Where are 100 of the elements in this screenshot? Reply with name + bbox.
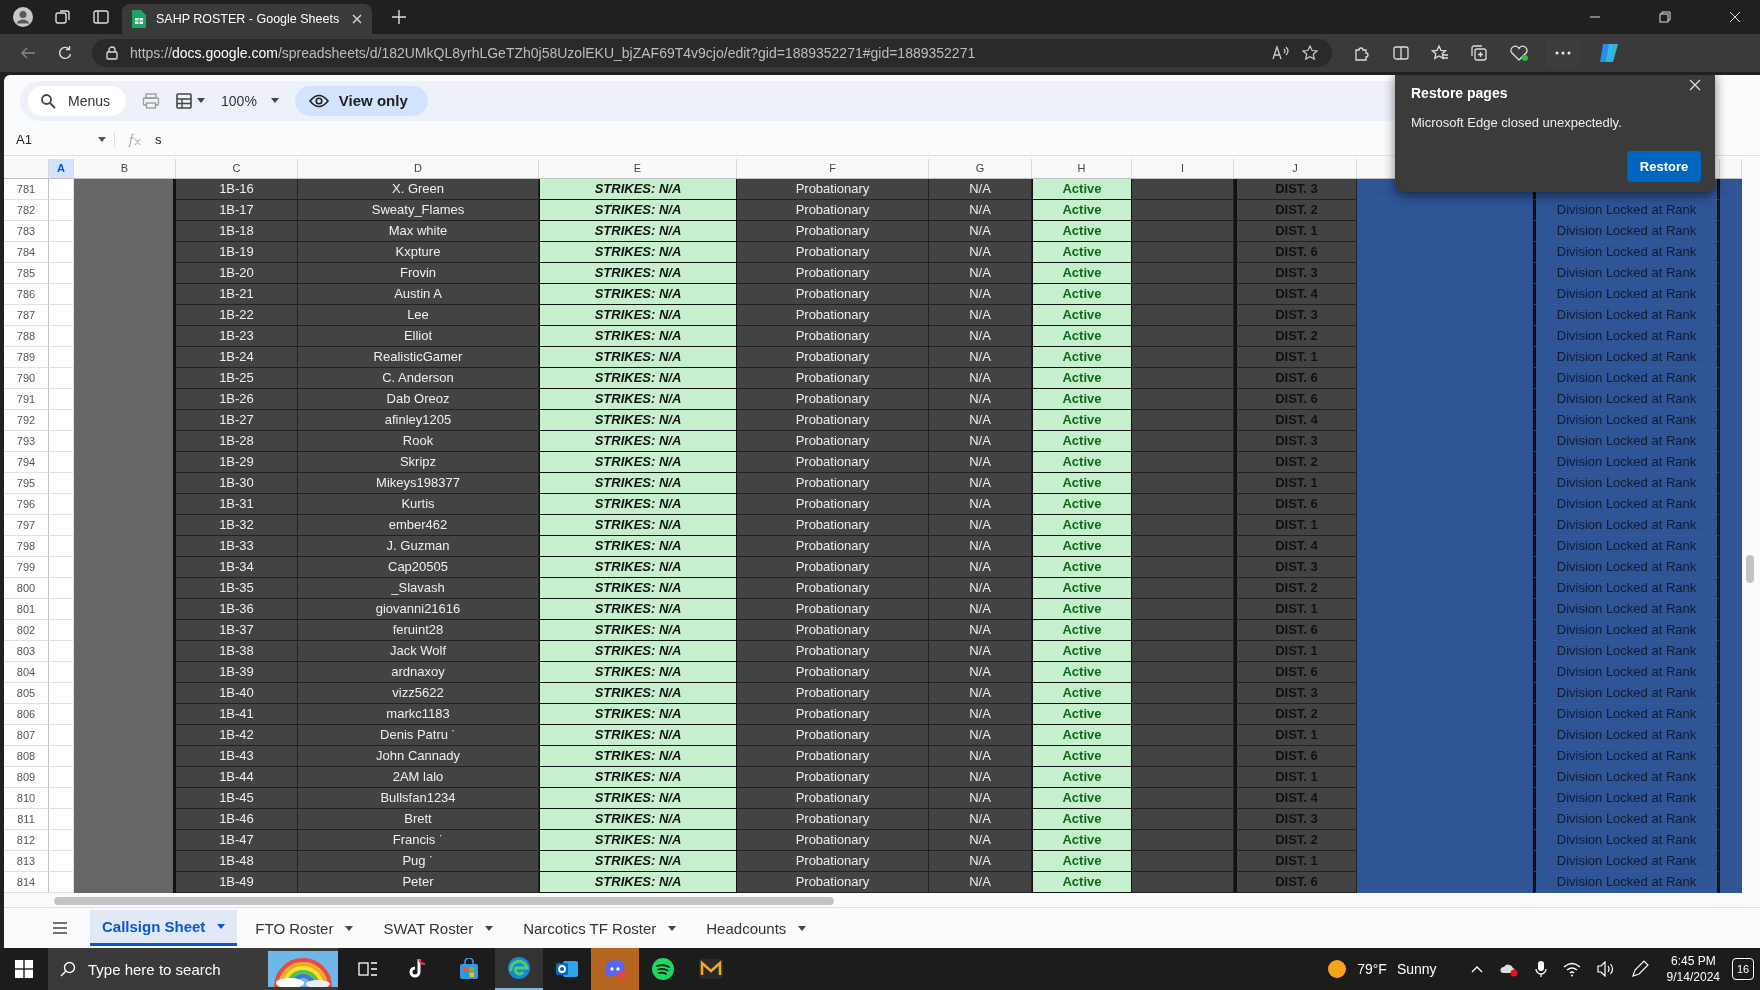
split-screen-icon[interactable] bbox=[1392, 44, 1410, 62]
row-number[interactable]: 801 bbox=[4, 598, 49, 620]
column-header[interactable]: D bbox=[298, 158, 539, 179]
column-header[interactable]: H bbox=[1032, 158, 1132, 179]
table-view-button[interactable] bbox=[176, 92, 206, 109]
store-icon[interactable] bbox=[458, 958, 480, 980]
clock[interactable]: 6:45 PM 9/14/2024 bbox=[1666, 953, 1720, 985]
row-number[interactable]: 804 bbox=[4, 661, 49, 683]
row-number[interactable]: 793 bbox=[4, 430, 49, 452]
row-number[interactable]: 811 bbox=[4, 808, 49, 830]
print-icon[interactable] bbox=[142, 91, 161, 110]
rank-cell: Probationary bbox=[737, 220, 929, 242]
tab-actions-icon[interactable] bbox=[92, 8, 110, 26]
menus-search-button[interactable]: Menus bbox=[28, 85, 127, 116]
back-icon[interactable] bbox=[20, 45, 36, 61]
column-header[interactable]: C bbox=[176, 158, 298, 179]
row-number[interactable]: 781 bbox=[4, 178, 49, 200]
row-number[interactable]: 796 bbox=[4, 493, 49, 515]
formula-field[interactable]: s bbox=[155, 132, 162, 148]
restore-icon[interactable] bbox=[1659, 11, 1671, 23]
profile-icon[interactable] bbox=[12, 6, 34, 28]
rank-cell: Probationary bbox=[737, 514, 929, 536]
row-number[interactable]: 807 bbox=[4, 724, 49, 746]
extensions-icon[interactable] bbox=[1353, 44, 1371, 62]
row-number[interactable]: 802 bbox=[4, 619, 49, 641]
sheet-tab[interactable]: SWAT Roster bbox=[371, 910, 506, 947]
row-number[interactable]: 797 bbox=[4, 514, 49, 536]
sheet-tab[interactable]: Callsign Sheet bbox=[90, 910, 238, 947]
edge-icon[interactable] bbox=[507, 956, 531, 980]
caret-up-icon[interactable] bbox=[1470, 965, 1483, 973]
browser-tab[interactable]: SAHP ROSTER - Google Sheets bbox=[122, 4, 372, 34]
row-number[interactable]: 790 bbox=[4, 367, 49, 389]
read-aloud-icon[interactable] bbox=[1272, 45, 1290, 61]
sheet-tab[interactable]: FTO Roster bbox=[243, 910, 366, 947]
row-number[interactable]: 786 bbox=[4, 283, 49, 305]
column-header[interactable]: I bbox=[1132, 158, 1234, 179]
row-number[interactable]: 812 bbox=[4, 829, 49, 851]
division-cell: Division Locked at Rank bbox=[1533, 640, 1720, 662]
new-tab-icon[interactable] bbox=[392, 10, 406, 24]
row-number[interactable]: 784 bbox=[4, 241, 49, 263]
row-number[interactable]: 789 bbox=[4, 346, 49, 368]
sheet-tab[interactable]: Narcotics TF Roster bbox=[511, 910, 689, 947]
view-only-button[interactable]: View only bbox=[294, 85, 428, 116]
restore-button[interactable]: Restore bbox=[1627, 151, 1701, 182]
division-cell: Division Locked at Rank bbox=[1533, 367, 1720, 389]
app-icon[interactable] bbox=[699, 959, 723, 979]
address-field[interactable]: https://docs.google.com/spreadsheets/d/182UMkQL8yrhLGeTZh0j58UzolEKU_bjZAF69T4v9cjo/edit?gid=1889352271#gid=1889352271 bbox=[92, 39, 1332, 67]
refresh-icon[interactable] bbox=[57, 45, 73, 61]
row-number[interactable]: 782 bbox=[4, 199, 49, 221]
row-number[interactable]: 788 bbox=[4, 325, 49, 347]
taskbar-search-field[interactable]: Type here to search bbox=[48, 948, 338, 990]
menu-icon[interactable] bbox=[52, 922, 68, 935]
chat-app-icon[interactable] bbox=[603, 958, 627, 980]
row-number[interactable]: 798 bbox=[4, 535, 49, 557]
column-header[interactable]: E bbox=[539, 158, 737, 179]
sheet-tab[interactable]: Headcounts bbox=[694, 910, 819, 947]
notification-count[interactable]: 16 bbox=[1732, 958, 1754, 980]
copilot-icon[interactable] bbox=[1597, 41, 1621, 65]
column-header[interactable]: J bbox=[1234, 158, 1357, 179]
row-number[interactable]: 805 bbox=[4, 682, 49, 704]
name-cell: Jack Wolf bbox=[298, 640, 539, 662]
column-header[interactable]: F bbox=[737, 158, 929, 179]
favorites-icon[interactable] bbox=[1431, 44, 1449, 62]
row-number[interactable]: 799 bbox=[4, 556, 49, 578]
row-number[interactable]: 813 bbox=[4, 850, 49, 872]
name-box[interactable]: A1 bbox=[16, 132, 115, 148]
collections-icon[interactable] bbox=[1470, 44, 1488, 62]
close-icon[interactable] bbox=[1689, 79, 1701, 91]
row-number[interactable]: 792 bbox=[4, 409, 49, 431]
row-number[interactable]: 808 bbox=[4, 745, 49, 767]
column-header[interactable]: G bbox=[929, 158, 1032, 179]
task-view-icon[interactable] bbox=[358, 960, 378, 978]
row-number[interactable]: 785 bbox=[4, 262, 49, 284]
table-icon bbox=[176, 92, 193, 109]
pen-icon[interactable] bbox=[1630, 960, 1649, 978]
row-number[interactable]: 814 bbox=[4, 871, 49, 893]
row-number[interactable]: 809 bbox=[4, 766, 49, 788]
close-icon[interactable] bbox=[352, 14, 362, 24]
row-number[interactable]: 810 bbox=[4, 787, 49, 809]
zoom-dropdown[interactable]: 100% bbox=[221, 92, 279, 109]
column-header[interactable]: B bbox=[74, 158, 176, 179]
microphone-icon[interactable] bbox=[1534, 960, 1547, 978]
row-number[interactable]: 806 bbox=[4, 703, 49, 725]
music-note-icon[interactable] bbox=[408, 958, 428, 980]
wifi-icon[interactable] bbox=[1562, 961, 1581, 977]
speaker-icon[interactable] bbox=[1596, 961, 1615, 977]
row-number[interactable]: 795 bbox=[4, 472, 49, 494]
row-number[interactable]: 794 bbox=[4, 451, 49, 473]
row-number[interactable]: 791 bbox=[4, 388, 49, 410]
row-number[interactable]: 787 bbox=[4, 304, 49, 326]
heart-icon[interactable] bbox=[1509, 44, 1529, 62]
row-number[interactable]: 783 bbox=[4, 220, 49, 242]
close-icon[interactable] bbox=[1729, 11, 1741, 23]
star-icon[interactable] bbox=[1302, 45, 1318, 61]
column-header[interactable]: A bbox=[49, 158, 74, 179]
start-icon[interactable] bbox=[15, 960, 33, 978]
spotify-icon[interactable] bbox=[651, 957, 675, 981]
row-number[interactable]: 800 bbox=[4, 577, 49, 599]
workspaces-icon[interactable] bbox=[54, 8, 72, 26]
row-number[interactable]: 803 bbox=[4, 640, 49, 662]
